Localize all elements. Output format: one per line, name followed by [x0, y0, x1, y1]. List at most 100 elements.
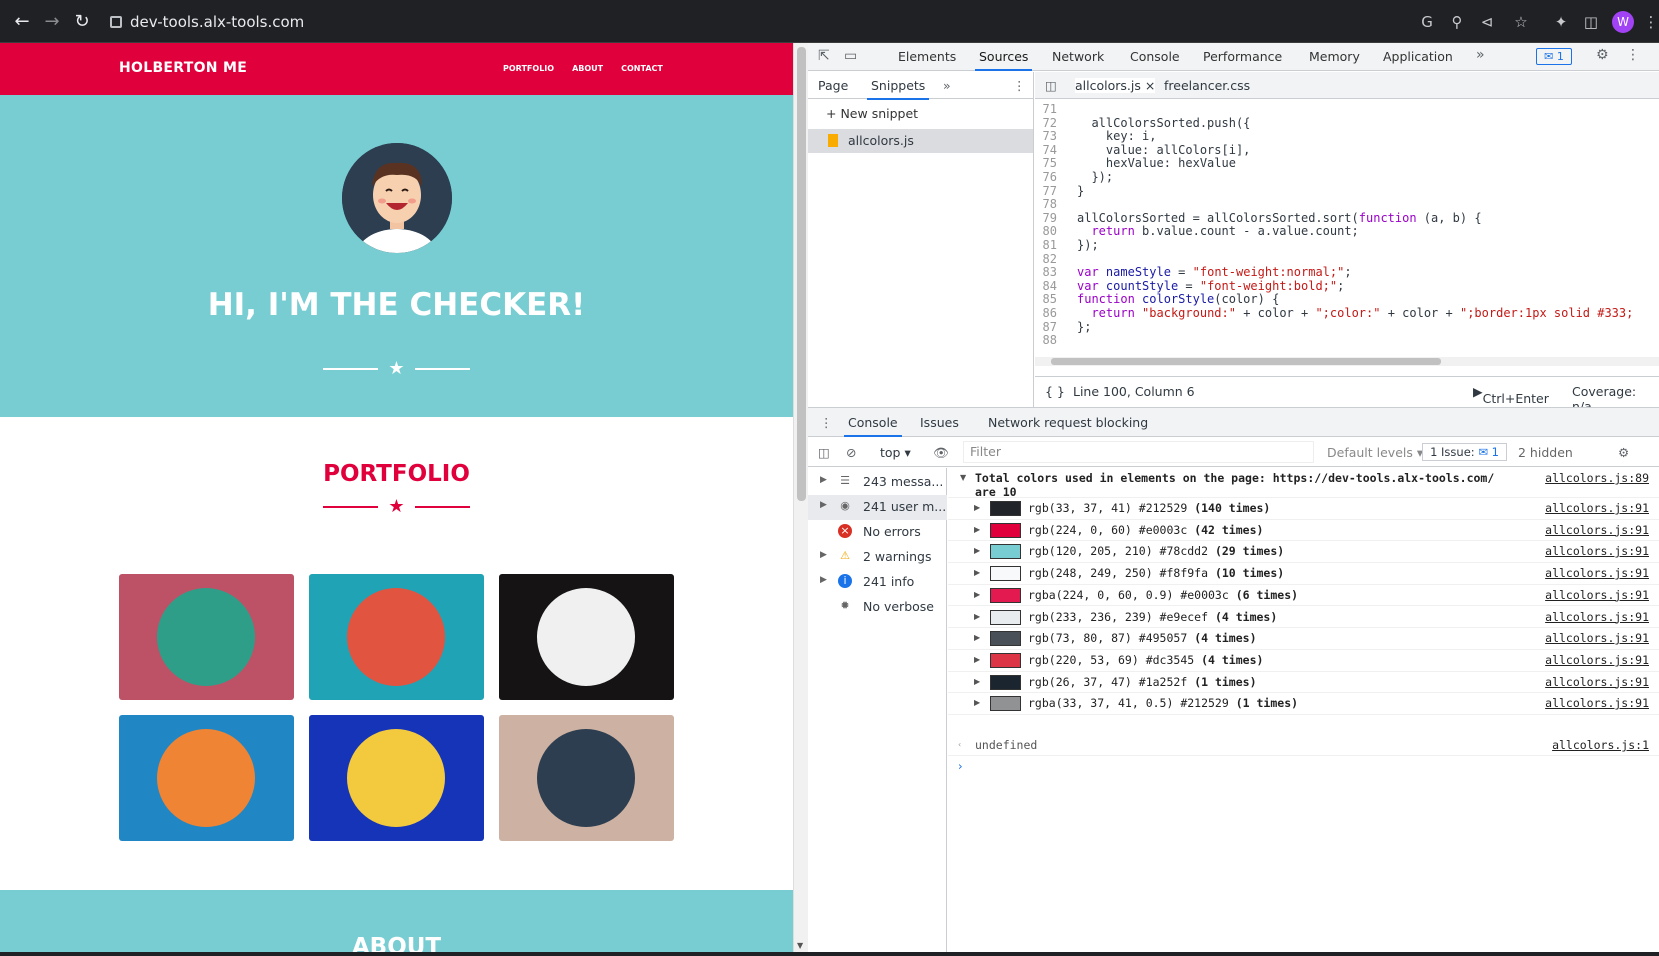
source-link[interactable]: allcolors.js:1: [1552, 738, 1649, 752]
nav-portfolio[interactable]: PORTFOLIO: [503, 64, 554, 73]
page-scrollbar[interactable]: ▼: [793, 43, 808, 952]
console-prompt-icon[interactable]: ›: [958, 759, 963, 773]
console-color-row[interactable]: ▶ rgb(120, 205, 210) #78cdd2 (29 times) al…: [948, 541, 1659, 564]
console-issues-button[interactable]: 1 Issue: ✉ 1: [1422, 443, 1507, 461]
expand-triangle-icon[interactable]: ▼: [960, 473, 966, 482]
zoom-icon[interactable]: ⚲: [1446, 11, 1468, 33]
tab-snippets[interactable]: Snippets: [866, 78, 930, 100]
tab-page[interactable]: Page: [818, 78, 848, 93]
code-line[interactable]: 88: [1035, 333, 1077, 347]
editor-hscrollbar[interactable]: [1035, 357, 1659, 366]
code-line[interactable]: 81});: [1035, 238, 1099, 252]
share-icon[interactable]: ⊲: [1476, 11, 1498, 33]
source-link[interactable]: allcolors.js:91: [1545, 675, 1649, 689]
drawer-tab-console[interactable]: Console: [844, 415, 902, 437]
nav-contact[interactable]: CONTACT: [621, 64, 663, 73]
code-line[interactable]: 84 var countStyle = "font-weight:bold;";: [1035, 279, 1345, 293]
drawer-menu-icon[interactable]: ⋮: [820, 415, 833, 430]
editor-tab-allcolors[interactable]: allcolors.js ×: [1075, 78, 1156, 93]
expand-triangle-icon[interactable]: ▶: [974, 546, 980, 555]
editor-tab-freelancer[interactable]: freelancer.css: [1164, 78, 1250, 93]
close-tab-icon[interactable]: ×: [1145, 78, 1155, 93]
console-color-row[interactable]: ▶ rgba(33, 37, 41, 0.5) #212529 (1 times)…: [948, 693, 1659, 715]
code-area[interactable]: 71 72 allColorsSorted.push({73 key: i, 74 …: [1035, 100, 1659, 357]
kebab-menu-icon[interactable]: ⋮: [1626, 47, 1640, 63]
source-link[interactable]: allcolors.js:91: [1545, 501, 1649, 515]
inspect-icon[interactable]: ⇱: [818, 48, 830, 64]
portfolio-tile-cabin[interactable]: [119, 574, 294, 700]
default-levels-dropdown[interactable]: Default levels ▾: [1327, 445, 1423, 460]
back-icon[interactable]: ←: [10, 10, 34, 34]
sidebar-item-warnings[interactable]: ▶ ⚠ 2 warnings: [808, 545, 947, 570]
drawer-tab-network-blocking[interactable]: Network request blocking: [988, 415, 1148, 430]
expand-triangle-icon[interactable]: ▶: [974, 525, 980, 534]
profile-avatar[interactable]: W: [1612, 11, 1634, 33]
new-snippet-button[interactable]: + New snippet: [826, 106, 918, 121]
clear-console-icon[interactable]: ⊘: [846, 445, 856, 460]
tab-network[interactable]: Network: [1052, 49, 1104, 64]
expand-triangle-icon[interactable]: ▶: [974, 698, 980, 707]
expand-triangle-icon[interactable]: ▶: [974, 590, 980, 599]
expand-triangle-icon[interactable]: ▶: [974, 503, 980, 512]
source-link[interactable]: allcolors.js:91: [1545, 696, 1649, 710]
forward-icon[interactable]: →: [40, 10, 64, 34]
source-link[interactable]: allcolors.js:91: [1545, 544, 1649, 558]
settings-gear-icon[interactable]: ⚙: [1596, 47, 1609, 63]
run-snippet-button[interactable]: ▶ Ctrl+Enter: [1473, 384, 1549, 406]
source-link[interactable]: allcolors.js:91: [1545, 523, 1649, 537]
expand-triangle-icon[interactable]: ▶: [974, 633, 980, 642]
code-line[interactable]: 77}: [1035, 184, 1085, 198]
code-line[interactable]: 86 return "background:" + color + ";colo…: [1035, 306, 1634, 320]
tab-application[interactable]: Application: [1383, 49, 1453, 64]
source-link[interactable]: allcolors.js:91: [1545, 653, 1649, 667]
more-tabs-icon[interactable]: »: [1476, 47, 1485, 63]
console-color-row[interactable]: ▶ rgb(73, 80, 87) #495057 (4 times) allcol…: [948, 628, 1659, 650]
source-link[interactable]: allcolors.js:91: [1545, 588, 1649, 602]
sidebar-item-info[interactable]: ▶ i 241 info: [808, 570, 947, 595]
console-color-row[interactable]: ▶ rgb(224, 0, 60) #e0003c (42 times) allco…: [948, 520, 1659, 542]
expand-triangle-icon[interactable]: ▶: [974, 568, 980, 577]
code-line[interactable]: 79 allColorsSorted = allColorsSorted.sort…: [1035, 211, 1482, 225]
live-expression-eye-icon[interactable]: 👁: [933, 445, 949, 461]
code-line[interactable]: 80 return b.value.count - a.value.count;: [1035, 224, 1359, 238]
expand-triangle-icon[interactable]: ▶: [974, 677, 980, 686]
console-sidebar-toggle-icon[interactable]: ◫: [818, 445, 830, 460]
console-settings-icon[interactable]: ⚙: [1618, 445, 1629, 460]
expand-triangle-icon[interactable]: ▶: [974, 655, 980, 664]
code-line[interactable]: 72 allColorsSorted.push({: [1035, 116, 1251, 130]
extensions-icon[interactable]: ✦: [1550, 11, 1572, 33]
reload-icon[interactable]: ↻: [70, 10, 94, 34]
code-line[interactable]: 83 var nameStyle = "font-weight:normal;";: [1035, 265, 1352, 279]
console-color-row[interactable]: ▶ rgba(224, 0, 60, 0.9) #e0003c (6 times)…: [948, 585, 1659, 607]
code-line[interactable]: 82: [1035, 252, 1077, 266]
code-line[interactable]: 71: [1035, 102, 1077, 116]
portfolio-tile-cake[interactable]: [309, 574, 484, 700]
bookmark-star-icon[interactable]: ☆: [1510, 11, 1532, 33]
sidepanel-icon[interactable]: ◫: [1580, 11, 1602, 33]
sidebar-item-errors[interactable]: × No errors: [808, 520, 947, 545]
portfolio-tile-circus[interactable]: [499, 574, 674, 700]
console-group-header[interactable]: ▼ Total colors used in elements on the p…: [948, 468, 1659, 499]
more-navigator-icon[interactable]: »: [943, 78, 951, 93]
pretty-print-icon[interactable]: { }: [1045, 384, 1065, 399]
code-line[interactable]: 85 function colorStyle(color) {: [1035, 292, 1280, 306]
console-color-row[interactable]: ▶ rgb(248, 249, 250) #f8f9fa (10 times) al…: [948, 563, 1659, 585]
snippet-file-item[interactable]: allcolors.js: [808, 129, 1033, 153]
portfolio-tile-safe[interactable]: [309, 715, 484, 841]
scrollbar-thumb[interactable]: [797, 47, 806, 501]
expand-triangle-icon[interactable]: ▶: [974, 612, 980, 621]
tab-console[interactable]: Console: [1130, 49, 1180, 64]
sidebar-item-messages[interactable]: ▶ ☰ 243 messa...: [808, 470, 947, 495]
toggle-navigator-icon[interactable]: ◫: [1045, 78, 1057, 93]
code-line[interactable]: 87};: [1035, 320, 1092, 334]
code-line[interactable]: 78: [1035, 197, 1077, 211]
scroll-down-icon[interactable]: ▼: [797, 941, 803, 950]
sidebar-item-user-messages[interactable]: ▶ ◉ 241 user m...: [808, 495, 947, 520]
console-filter-input[interactable]: Filter: [963, 441, 1314, 463]
portfolio-tile-game[interactable]: [119, 715, 294, 841]
console-color-row[interactable]: ▶ rgb(33, 37, 41) #212529 (140 times) allc…: [948, 498, 1659, 520]
google-icon[interactable]: G: [1416, 11, 1438, 33]
console-color-row[interactable]: ▶ rgb(26, 37, 47) #1a252f (1 times) allcol…: [948, 672, 1659, 694]
source-link[interactable]: allcolors.js:91: [1545, 610, 1649, 624]
code-line[interactable]: 73 key: i,: [1035, 129, 1157, 143]
